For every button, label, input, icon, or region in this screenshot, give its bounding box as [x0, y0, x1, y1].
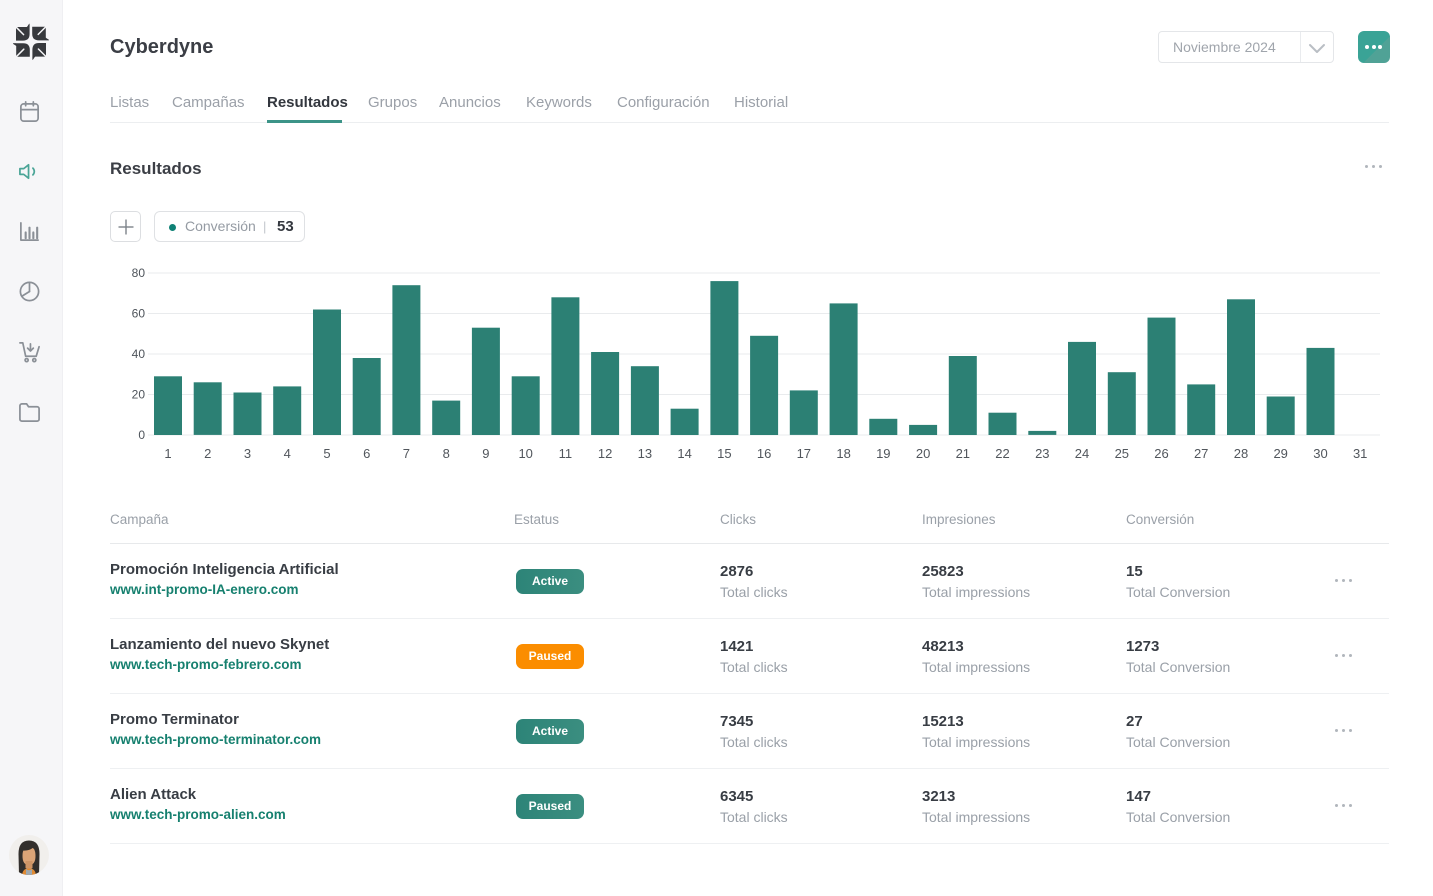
- svg-text:4: 4: [284, 446, 291, 461]
- svg-text:24: 24: [1075, 446, 1089, 461]
- svg-text:21: 21: [956, 446, 970, 461]
- svg-text:80: 80: [132, 266, 146, 280]
- svg-text:29: 29: [1273, 446, 1287, 461]
- svg-text:11: 11: [559, 446, 573, 461]
- svg-text:12: 12: [598, 446, 612, 461]
- svg-text:7: 7: [403, 446, 410, 461]
- svg-text:19: 19: [876, 446, 890, 461]
- svg-text:20: 20: [132, 388, 146, 402]
- svg-text:17: 17: [797, 446, 811, 461]
- svg-text:16: 16: [757, 446, 771, 461]
- svg-text:1: 1: [164, 446, 171, 461]
- svg-text:30: 30: [1313, 446, 1327, 461]
- svg-text:25: 25: [1115, 446, 1129, 461]
- svg-text:23: 23: [1035, 446, 1049, 461]
- svg-text:15: 15: [717, 446, 731, 461]
- svg-text:6: 6: [363, 446, 370, 461]
- svg-text:40: 40: [132, 347, 146, 361]
- svg-text:14: 14: [677, 446, 691, 461]
- svg-text:9: 9: [482, 446, 489, 461]
- svg-text:31: 31: [1353, 446, 1367, 461]
- svg-text:3: 3: [244, 446, 251, 461]
- svg-text:2: 2: [204, 446, 211, 461]
- svg-text:26: 26: [1154, 446, 1168, 461]
- svg-text:5: 5: [323, 446, 330, 461]
- svg-text:13: 13: [638, 446, 652, 461]
- svg-text:22: 22: [995, 446, 1009, 461]
- svg-text:20: 20: [916, 446, 930, 461]
- svg-text:18: 18: [836, 446, 850, 461]
- svg-text:60: 60: [132, 307, 146, 321]
- svg-text:28: 28: [1234, 446, 1248, 461]
- svg-text:10: 10: [518, 446, 532, 461]
- svg-text:0: 0: [138, 428, 145, 442]
- svg-text:27: 27: [1194, 446, 1208, 461]
- svg-text:8: 8: [443, 446, 450, 461]
